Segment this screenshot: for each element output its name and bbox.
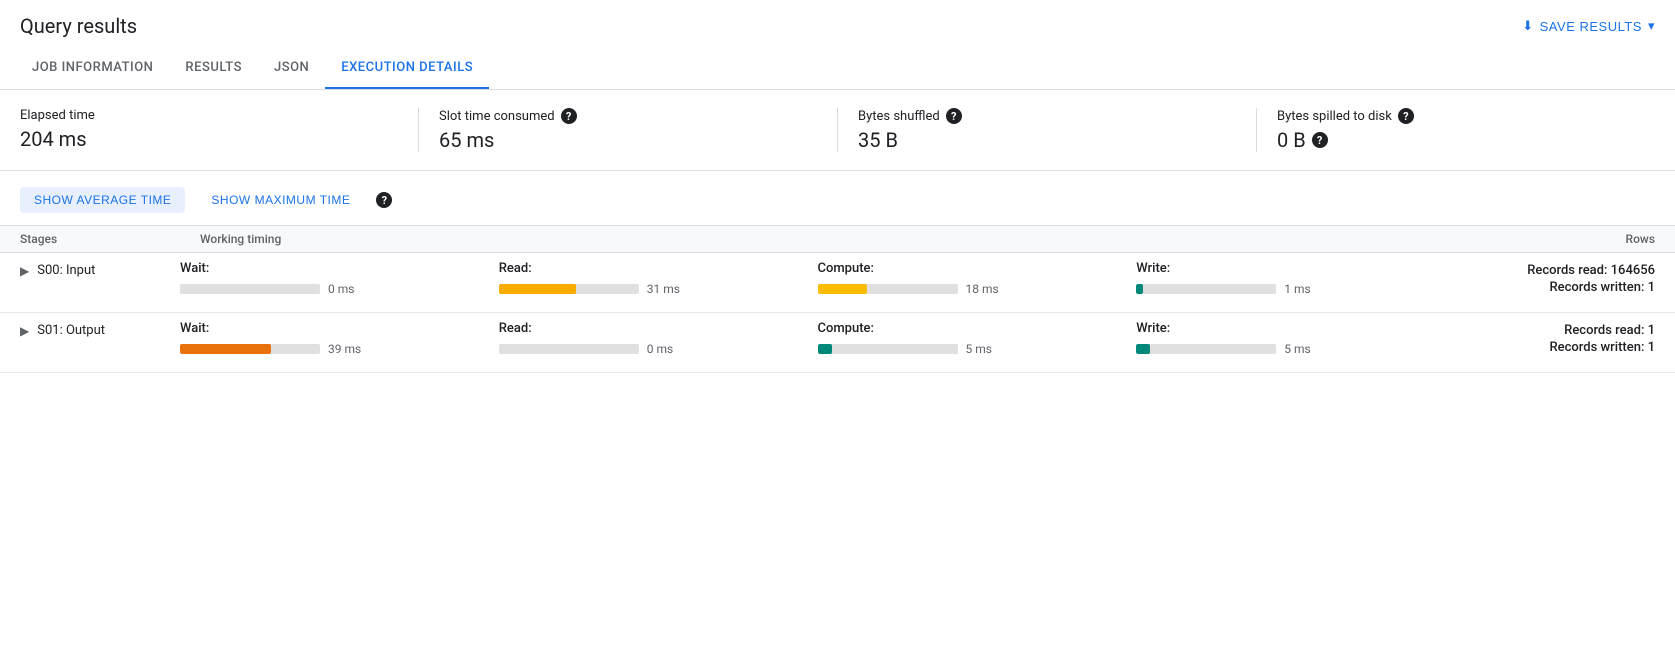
metric-divider-1 — [418, 108, 419, 152]
stage-s01-write: Write: 5 ms — [1136, 321, 1455, 356]
tab-bar: JOB INFORMATION RESULTS JSON EXECUTION D… — [0, 48, 1675, 90]
metric-elapsed-time: Elapsed time 204 ms — [20, 108, 398, 152]
metric-divider-3 — [1256, 108, 1257, 152]
stages-table: Stages Working timing Rows ▶ S00: Input … — [0, 225, 1675, 373]
tab-execution-details[interactable]: EXECUTION DETAILS — [325, 48, 489, 89]
metric-slot-time: Slot time consumed ? 65 ms — [439, 108, 817, 152]
page-title: Query results — [20, 14, 137, 38]
stage-s01-expand-icon[interactable]: ▶ — [20, 324, 29, 338]
stage-row-s01: ▶ S01: Output Wait: 39 ms Read: — [0, 313, 1675, 373]
metric-bytes-shuffled: Bytes shuffled ? 35 B — [858, 108, 1236, 152]
toggle-section: SHOW AVERAGE TIME SHOW MAXIMUM TIME ? — [0, 171, 1675, 225]
show-average-time-button[interactable]: SHOW AVERAGE TIME — [20, 187, 185, 213]
stage-s00-name: S00: Input — [37, 263, 95, 278]
show-maximum-time-button[interactable]: SHOW MAXIMUM TIME — [197, 187, 364, 213]
save-results-button[interactable]: ⬇ SAVE RESULTS ▾ — [1522, 18, 1655, 34]
tab-job-information[interactable]: JOB INFORMATION — [16, 48, 169, 89]
stage-s01-name: S01: Output — [37, 323, 105, 338]
stage-s00-write: Write: 1 ms — [1136, 261, 1455, 296]
stage-s00-rows: Records read: 164656 Records written: 1 — [1455, 253, 1675, 307]
download-icon: ⬇ — [1522, 18, 1533, 34]
stage-s00-wait: Wait: 0 ms — [180, 261, 499, 296]
stage-s00-timings: Wait: 0 ms Read: 31 ms — [180, 253, 1455, 312]
page-header: Query results ⬇ SAVE RESULTS ▾ JOB INFOR… — [0, 0, 1675, 90]
stage-s00-read: Read: 31 ms — [499, 261, 818, 296]
stage-s01-wait: Wait: 39 ms — [180, 321, 499, 356]
stage-row-s00: ▶ S00: Input Wait: 0 ms Read: — [0, 253, 1675, 313]
tab-results[interactable]: RESULTS — [169, 48, 258, 89]
bytes-spilled-value-help-icon[interactable]: ? — [1312, 132, 1328, 148]
timing-help-icon[interactable]: ? — [376, 192, 392, 208]
stage-s00-compute: Compute: 18 ms — [818, 261, 1137, 296]
stage-s01-rows: Records read: 1 Records written: 1 — [1455, 313, 1675, 367]
stage-s00-expand-icon[interactable]: ▶ — [20, 264, 29, 278]
stage-s01-timings: Wait: 39 ms Read: 0 ms — [180, 313, 1455, 372]
bytes-shuffled-help-icon[interactable]: ? — [946, 108, 962, 124]
tab-json[interactable]: JSON — [258, 48, 325, 89]
stage-s01-compute: Compute: 5 ms — [818, 321, 1137, 356]
stages-table-header: Stages Working timing Rows — [0, 225, 1675, 253]
bytes-spilled-help-icon[interactable]: ? — [1398, 108, 1414, 124]
metric-bytes-spilled: Bytes spilled to disk ? 0 B ? — [1277, 108, 1655, 152]
metrics-section: Elapsed time 204 ms Slot time consumed ?… — [0, 90, 1675, 171]
stage-s01-read: Read: 0 ms — [499, 321, 818, 356]
metric-divider-2 — [837, 108, 838, 152]
chevron-down-icon: ▾ — [1648, 18, 1655, 34]
slot-time-help-icon[interactable]: ? — [561, 108, 577, 124]
